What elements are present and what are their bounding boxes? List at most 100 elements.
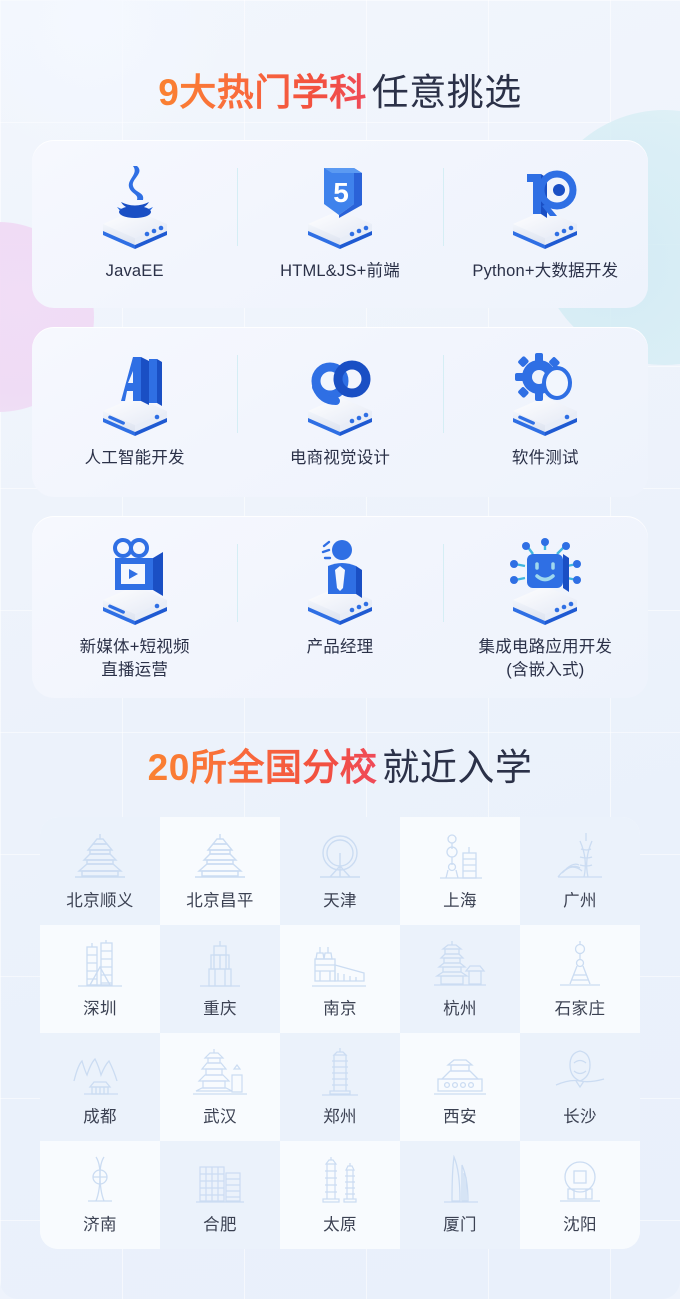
subject-item-ai[interactable]: 人工智能开发 <box>32 327 237 497</box>
ai-icon <box>102 357 167 436</box>
city-label: 重庆 <box>203 1000 237 1018</box>
subject-item-javaee[interactable]: JavaEE <box>32 140 237 308</box>
city-cell[interactable]: 北京昌平 <box>160 817 280 925</box>
shenzhen-towers-icon <box>70 939 130 991</box>
city-cell[interactable]: 沈阳 <box>520 1141 640 1249</box>
promo-page: 9大热门学科 任意挑选 JavaEE 5 HTML&JS+前端 Python+大… <box>0 0 680 1299</box>
city-cell[interactable]: 太原 <box>280 1141 400 1249</box>
city-label: 长沙 <box>563 1108 597 1126</box>
city-cell[interactable]: 石家庄 <box>520 925 640 1033</box>
html5-icon: 5 <box>307 168 372 249</box>
city-cell[interactable]: 成都 <box>40 1033 160 1141</box>
city-label: 武汉 <box>203 1108 237 1126</box>
city-label: 石家庄 <box>554 1000 606 1018</box>
subjects-section: JavaEE 5 HTML&JS+前端 Python+大数据开发 人工智能开发 … <box>0 140 680 698</box>
city-label: 郑州 <box>323 1108 357 1126</box>
subject-label: 电商视觉设计 <box>289 449 391 467</box>
java-icon <box>102 166 167 249</box>
city-label: 杭州 <box>443 1000 477 1018</box>
subject-item-ecommerce-design[interactable]: 电商视觉设计 <box>237 327 442 497</box>
tianjin-eye-icon <box>310 831 370 883</box>
city-cell[interactable]: 南京 <box>280 925 400 1033</box>
yellow-crane-tower-icon <box>190 1047 250 1099</box>
city-label: 深圳 <box>83 1000 117 1018</box>
subject-item-software-testing[interactable]: 软件测试 <box>442 327 648 497</box>
subject-item-integrated-circuit[interactable]: 集成电路应用开发 (含嵌入式) <box>442 516 648 698</box>
nanjing-gate-icon <box>310 939 370 991</box>
city-cell[interactable]: 郑州 <box>280 1033 400 1141</box>
city-label: 合肥 <box>203 1216 237 1234</box>
hefei-buildings-icon <box>190 1155 250 1207</box>
integrated-circuit-icon <box>510 538 582 625</box>
subject-label: JavaEE <box>105 262 164 280</box>
jinan-tower-icon <box>70 1155 130 1207</box>
software-testing-icon <box>513 353 578 436</box>
city-label: 广州 <box>563 892 597 910</box>
city-cell[interactable]: 济南 <box>40 1141 160 1249</box>
shenyang-station-icon <box>550 1155 610 1207</box>
subjects-heading: 9大热门学科 任意挑选 <box>0 0 680 116</box>
subject-label: 新媒体+短视频 直播运营 <box>79 638 190 679</box>
zhengzhou-pagoda-icon <box>310 1047 370 1099</box>
subject-label: Python+大数据开发 <box>472 262 619 280</box>
city-cell[interactable]: 西安 <box>400 1033 520 1141</box>
xian-bell-tower-icon <box>430 1047 490 1099</box>
product-manager-icon <box>307 540 372 625</box>
city-label: 太原 <box>323 1216 357 1234</box>
city-cell[interactable]: 深圳 <box>40 925 160 1033</box>
city-label: 西安 <box>443 1108 477 1126</box>
subject-card-row: JavaEE 5 HTML&JS+前端 Python+大数据开发 <box>32 140 648 308</box>
campuses-heading-accent: 20所全国分校 <box>147 747 378 788</box>
chongqing-tower-icon <box>190 939 250 991</box>
new-media-video-icon <box>102 538 167 625</box>
subject-label: 产品经理 <box>306 638 374 656</box>
city-cell[interactable]: 长沙 <box>520 1033 640 1141</box>
campuses-heading-plain: 就近入学 <box>382 747 533 788</box>
subject-label: 软件测试 <box>511 449 579 467</box>
temple-of-heaven-icon <box>190 831 250 883</box>
city-cell[interactable]: 重庆 <box>160 925 280 1033</box>
python-bigdata-icon <box>513 170 578 249</box>
subject-label: 人工智能开发 <box>84 449 185 467</box>
city-cell[interactable]: 武汉 <box>160 1033 280 1141</box>
subject-item-python-bigdata[interactable]: Python+大数据开发 <box>442 140 648 308</box>
chengdu-mountains-icon <box>70 1047 130 1099</box>
city-label: 成都 <box>83 1108 117 1126</box>
city-label: 北京昌平 <box>186 892 254 910</box>
shijiazhuang-tower-icon <box>550 939 610 991</box>
taiyuan-twin-pagodas-icon <box>310 1155 370 1207</box>
xiamen-tower-icon <box>430 1155 490 1207</box>
temple-of-heaven-icon <box>70 831 130 883</box>
subjects-heading-accent: 9大热门学科 <box>158 72 367 113</box>
city-cell[interactable]: 杭州 <box>400 925 520 1033</box>
city-cell[interactable]: 天津 <box>280 817 400 925</box>
city-label: 沈阳 <box>563 1216 597 1234</box>
hangzhou-pagoda-icon <box>430 939 490 991</box>
city-label: 南京 <box>323 1000 357 1018</box>
city-label: 天津 <box>323 892 357 910</box>
subject-label: 集成电路应用开发 (含嵌入式) <box>478 638 613 679</box>
svg-text:5: 5 <box>333 177 349 208</box>
ecommerce-design-icon <box>307 360 372 436</box>
subject-card-row: 新媒体+短视频 直播运营 产品经理 集成电路应用开发 (含嵌入式) <box>32 516 648 698</box>
subject-item-html-js[interactable]: 5 HTML&JS+前端 <box>237 140 442 308</box>
city-cell[interactable]: 上海 <box>400 817 520 925</box>
city-label: 济南 <box>83 1216 117 1234</box>
city-label: 上海 <box>443 892 477 910</box>
city-cell[interactable]: 合肥 <box>160 1141 280 1249</box>
city-cell[interactable]: 北京顺义 <box>40 817 160 925</box>
subject-item-product-manager[interactable]: 产品经理 <box>237 516 442 698</box>
subject-card-row: 人工智能开发 电商视觉设计 软件测试 <box>32 327 648 497</box>
city-label: 北京顺义 <box>66 892 134 910</box>
city-cell[interactable]: 广州 <box>520 817 640 925</box>
subject-label: HTML&JS+前端 <box>280 262 400 280</box>
subject-item-new-media[interactable]: 新媒体+短视频 直播运营 <box>32 516 237 698</box>
oriental-pearl-icon <box>430 831 490 883</box>
changsha-orange-isle-icon <box>550 1047 610 1099</box>
city-cell[interactable]: 厦门 <box>400 1141 520 1249</box>
subjects-heading-plain: 任意挑选 <box>371 72 522 113</box>
campus-city-grid: 北京顺义 北京昌平 天津 上海 广州深圳 重庆 南京 杭州 石家庄成都 武汉 郑州 西安 长沙济南 合肥 太… <box>40 817 640 1249</box>
canton-tower-icon <box>550 831 610 883</box>
campuses-heading: 20所全国分校 就近入学 <box>0 698 680 791</box>
city-label: 厦门 <box>443 1216 477 1234</box>
